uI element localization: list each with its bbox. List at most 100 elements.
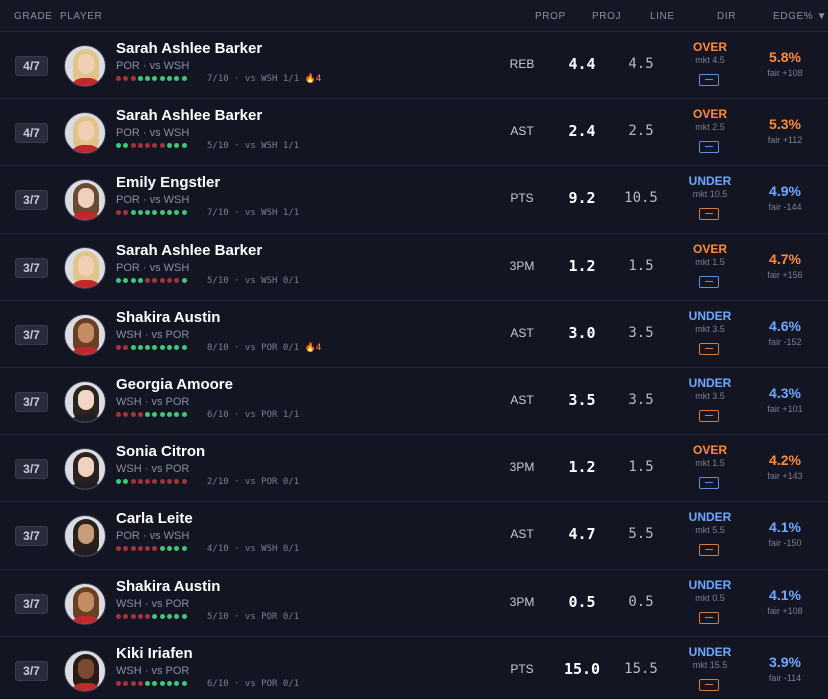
- team-matchup: POR · vs WSH: [116, 60, 190, 72]
- collapse-toggle-button[interactable]: [699, 544, 719, 557]
- props-table-body: 4/7 Sarah Ashlee Barker POR · vs WSH 7/1…: [0, 32, 828, 699]
- player-avatar[interactable]: [64, 515, 106, 558]
- collapse-toggle-button[interactable]: [699, 275, 719, 288]
- prop-type: AST: [510, 392, 534, 407]
- team-matchup: POR · vs WSH: [116, 127, 190, 140]
- player-name[interactable]: Sarah Ashlee Barker: [116, 242, 262, 259]
- header-proj[interactable]: PROJ: [592, 11, 621, 22]
- header-edge-sort[interactable]: EDGE% ▼: [773, 11, 827, 22]
- form-dot-hit: [167, 411, 173, 417]
- collapse-toggle-button[interactable]: [699, 141, 719, 154]
- header-grade[interactable]: GRADE: [14, 11, 53, 22]
- form-dot-hit: [159, 344, 165, 350]
- collapse-toggle-button[interactable]: [699, 342, 719, 355]
- player-name[interactable]: Shakira Austin: [116, 309, 220, 326]
- prop-type: PTS: [510, 191, 534, 206]
- player-avatar[interactable]: [64, 380, 106, 423]
- form-dot-miss: [159, 277, 165, 283]
- header-player[interactable]: PLAYER: [60, 11, 102, 22]
- player-avatar[interactable]: [64, 649, 106, 692]
- projection-value: 2.4: [568, 122, 596, 141]
- header-line[interactable]: LINE: [650, 11, 675, 22]
- line-value: 10.5: [624, 190, 658, 207]
- player-avatar[interactable]: [64, 246, 106, 289]
- edge-percent: 4.2%: [769, 452, 801, 469]
- player-name[interactable]: Kiki Iriafen: [116, 645, 193, 662]
- collapse-toggle-button[interactable]: [699, 611, 719, 624]
- hit-record-text: 7/10 · vs WSH 1/1: [207, 74, 300, 84]
- table-row[interactable]: 3/7 Georgia Amoore WSH · vs POR 6/10 · v…: [0, 367, 828, 436]
- player-name[interactable]: Sonia Citron: [116, 443, 205, 460]
- edge-percent: 4.9%: [769, 183, 801, 200]
- table-row[interactable]: 4/7 Sarah Ashlee Barker POR · vs WSH 5/1…: [0, 99, 828, 167]
- avatar-face: [78, 457, 94, 478]
- player-name[interactable]: Sarah Ashlee Barker: [116, 40, 262, 57]
- player-avatar[interactable]: [64, 179, 106, 222]
- projection-value: 3.5: [568, 390, 596, 409]
- table-row[interactable]: 3/7 Shakira Austin WSH · vs POR 5/10 · v…: [0, 569, 828, 637]
- fair-odds: fair +108: [767, 68, 803, 78]
- player-avatar[interactable]: [64, 313, 106, 356]
- prop-type: AST: [510, 124, 534, 139]
- table-row[interactable]: 3/7 Emily Engstler POR · vs WSH 7/10 · v…: [0, 166, 828, 234]
- table-row[interactable]: 3/7 Sonia Citron WSH · vs POR 2/10 · vs …: [0, 435, 828, 503]
- player-avatar[interactable]: [64, 448, 106, 491]
- form-dot-hit: [174, 680, 180, 686]
- form-dot-hit: [181, 210, 187, 216]
- table-row[interactable]: 4/7 Sarah Ashlee Barker POR · vs WSH 7/1…: [0, 32, 828, 100]
- team-matchup: POR · vs WSH: [116, 530, 190, 543]
- recent-form-dots: [116, 76, 189, 81]
- header-prop[interactable]: PROP: [535, 11, 566, 22]
- line-value: 3.5: [628, 324, 654, 341]
- market-line: mkt 0.5: [695, 592, 725, 603]
- prop-type: 3PM: [509, 258, 535, 273]
- form-dot-miss: [167, 479, 173, 485]
- player-name[interactable]: Georgia Amoore: [116, 376, 233, 393]
- table-row[interactable]: 3/7 Kiki Iriafen WSH · vs POR 6/10 · vs …: [0, 636, 828, 699]
- avatar-jersey: [69, 481, 103, 490]
- form-dot-miss: [130, 411, 136, 417]
- form-dot-hit: [174, 344, 180, 350]
- form-dot-miss: [116, 546, 121, 552]
- edge-percent: 5.3%: [769, 116, 801, 133]
- player-name[interactable]: Sarah Ashlee Barker: [116, 107, 262, 124]
- form-dot-hit: [123, 479, 129, 485]
- avatar-face: [78, 54, 94, 74]
- prop-type: 3PM: [509, 460, 535, 475]
- table-row[interactable]: 3/7 Sarah Ashlee Barker POR · vs WSH 5/1…: [0, 233, 828, 301]
- team-matchup: WSH · vs POR: [116, 328, 190, 341]
- collapse-toggle-button[interactable]: [699, 678, 719, 691]
- player-avatar[interactable]: [64, 45, 106, 87]
- hit-record: 6/10 · vs POR 0/1: [207, 679, 299, 689]
- form-dot-hit: [152, 680, 158, 686]
- table-row[interactable]: 3/7 Carla Leite POR · vs WSH 4/10 · vs W…: [0, 502, 828, 570]
- collapse-toggle-button[interactable]: [699, 74, 719, 86]
- player-avatar[interactable]: [64, 112, 106, 155]
- player-name[interactable]: Emily Engstler: [116, 174, 220, 191]
- player-name[interactable]: Shakira Austin: [116, 578, 220, 595]
- hit-record-text: 6/10 · vs POR 0/1: [207, 678, 300, 689]
- hit-record-text: 5/10 · vs WSH 0/1: [207, 275, 300, 286]
- form-dot-hit: [181, 411, 187, 417]
- form-dot-hit: [145, 680, 151, 686]
- table-row[interactable]: 3/7 Shakira Austin WSH · vs POR 8/10 · v…: [0, 300, 828, 368]
- form-dot-hit: [159, 546, 165, 552]
- fair-odds: fair +101: [767, 403, 803, 414]
- player-name[interactable]: Carla Leite: [116, 510, 193, 527]
- collapse-toggle-button[interactable]: [699, 208, 719, 221]
- form-dot-miss: [137, 479, 143, 485]
- form-dot-miss: [145, 143, 151, 149]
- hit-record: 8/10 · vs POR 0/1 🔥4: [207, 343, 321, 353]
- form-dot-miss: [123, 613, 129, 619]
- player-avatar[interactable]: [64, 582, 106, 625]
- collapse-toggle-button[interactable]: [699, 477, 719, 490]
- collapse-toggle-button[interactable]: [699, 409, 719, 422]
- avatar-face: [78, 591, 94, 612]
- form-dot-miss: [130, 680, 136, 686]
- form-dot-miss: [116, 680, 121, 686]
- header-dir[interactable]: DIR: [717, 11, 736, 22]
- line-value: 5.5: [628, 526, 654, 543]
- form-dot-hit: [167, 344, 173, 350]
- market-line: mkt 1.5: [695, 458, 725, 469]
- form-dot-hit: [181, 143, 187, 149]
